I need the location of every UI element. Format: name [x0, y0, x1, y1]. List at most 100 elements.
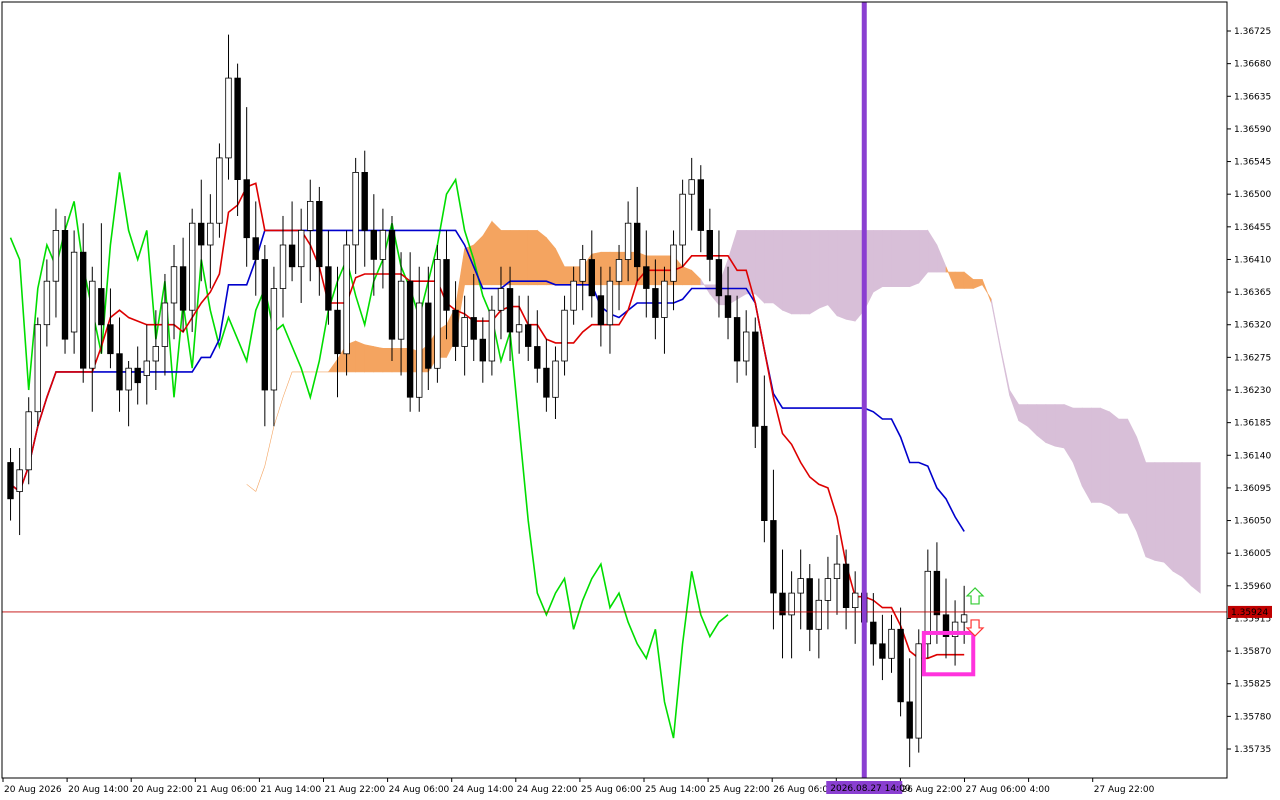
- bearish-candle[interactable]: [325, 266, 332, 311]
- bearish-candle[interactable]: [261, 259, 268, 391]
- bearish-candle[interactable]: [897, 628, 904, 703]
- bullish-candle[interactable]: [833, 563, 841, 579]
- bullish-candle[interactable]: [43, 280, 51, 326]
- bearish-candle[interactable]: [652, 288, 659, 318]
- bullish-candle[interactable]: [343, 244, 350, 355]
- bullish-candle[interactable]: [815, 599, 822, 630]
- bullish-candle[interactable]: [415, 302, 423, 398]
- bullish-candle[interactable]: [561, 309, 568, 362]
- bullish-candle[interactable]: [188, 222, 196, 311]
- bullish-candle[interactable]: [915, 643, 922, 739]
- bearish-candle[interactable]: [706, 229, 713, 260]
- bearish-candle[interactable]: [288, 244, 296, 268]
- bullish-candle[interactable]: [670, 244, 677, 282]
- bearish-candle[interactable]: [806, 578, 813, 630]
- bullish-candle[interactable]: [89, 280, 96, 369]
- bullish-candle[interactable]: [216, 157, 223, 224]
- bullish-candle[interactable]: [615, 259, 623, 282]
- bearish-candle[interactable]: [443, 259, 450, 311]
- bullish-candle[interactable]: [279, 244, 287, 289]
- bearish-candle[interactable]: [316, 200, 323, 268]
- bullish-candle[interactable]: [379, 229, 387, 260]
- bullish-candle[interactable]: [225, 77, 232, 159]
- bullish-candle[interactable]: [661, 280, 668, 318]
- bearish-candle[interactable]: [107, 324, 114, 355]
- bearish-candle[interactable]: [933, 570, 941, 616]
- bearish-candle[interactable]: [406, 280, 414, 398]
- bearish-candle[interactable]: [361, 171, 368, 231]
- bearish-candle[interactable]: [452, 309, 459, 347]
- highlight-box[interactable]: [921, 630, 976, 677]
- bullish-candle[interactable]: [743, 331, 750, 362]
- bullish-candle[interactable]: [16, 469, 23, 492]
- bullish-candle[interactable]: [434, 259, 441, 369]
- bearish-candle[interactable]: [370, 229, 377, 260]
- bearish-candle[interactable]: [234, 77, 241, 180]
- bearish-candle[interactable]: [134, 367, 141, 384]
- bearish-candle[interactable]: [425, 302, 432, 369]
- bullish-candle[interactable]: [397, 280, 405, 340]
- bearish-candle[interactable]: [715, 259, 723, 297]
- bearish-candle[interactable]: [634, 222, 641, 268]
- bullish-candle[interactable]: [270, 288, 278, 391]
- bullish-candle[interactable]: [497, 288, 505, 311]
- bearish-candle[interactable]: [116, 353, 123, 391]
- bearish-candle[interactable]: [98, 288, 105, 326]
- bullish-candle[interactable]: [306, 200, 314, 231]
- bullish-candle[interactable]: [688, 179, 695, 195]
- bearish-candle[interactable]: [643, 266, 650, 289]
- price-chart[interactable]: 1.36725 1.36680 1.36635 1.36590 1.36545 1.365…: [0, 0, 1280, 800]
- bullish-candle[interactable]: [125, 367, 132, 391]
- bullish-candle[interactable]: [824, 578, 832, 601]
- bullish-candle[interactable]: [579, 259, 586, 282]
- bearish-candle[interactable]: [334, 309, 341, 355]
- bearish-candle[interactable]: [870, 621, 877, 645]
- bearish-candle[interactable]: [697, 179, 704, 231]
- bullish-candle[interactable]: [552, 360, 559, 398]
- bearish-candle[interactable]: [470, 317, 477, 340]
- bearish-candle[interactable]: [179, 266, 187, 311]
- bullish-candle[interactable]: [207, 222, 214, 246]
- bullish-candle[interactable]: [679, 193, 686, 246]
- bearish-candle[interactable]: [534, 346, 541, 369]
- bearish-candle[interactable]: [761, 425, 768, 521]
- bullish-candle[interactable]: [352, 171, 359, 246]
- bearish-candle[interactable]: [80, 251, 87, 369]
- bullish-candle[interactable]: [52, 229, 60, 282]
- bearish-candle[interactable]: [252, 237, 259, 260]
- bullish-candle[interactable]: [570, 280, 577, 311]
- bullish-candle[interactable]: [606, 280, 614, 326]
- bearish-candle[interactable]: [543, 367, 550, 398]
- bearish-candle[interactable]: [724, 295, 732, 318]
- bearish-candle[interactable]: [906, 701, 913, 739]
- bullish-candle[interactable]: [143, 360, 150, 376]
- bullish-candle[interactable]: [34, 324, 41, 413]
- bearish-candle[interactable]: [61, 229, 69, 340]
- bullish-candle[interactable]: [515, 324, 523, 333]
- bearish-candle[interactable]: [7, 462, 14, 500]
- bearish-candle[interactable]: [733, 317, 741, 362]
- bearish-candle[interactable]: [588, 259, 595, 297]
- bearish-candle[interactable]: [479, 338, 486, 362]
- bearish-candle[interactable]: [388, 229, 396, 340]
- bearish-candle[interactable]: [879, 643, 886, 659]
- bullish-candle[interactable]: [488, 309, 496, 362]
- bullish-candle[interactable]: [461, 317, 468, 347]
- bearish-candle[interactable]: [597, 295, 605, 326]
- bearish-candle[interactable]: [506, 288, 514, 333]
- bullish-candle[interactable]: [852, 592, 859, 608]
- bullish-candle[interactable]: [797, 578, 804, 594]
- bullish-candle[interactable]: [70, 251, 78, 333]
- bearish-candle[interactable]: [842, 563, 850, 608]
- bearish-candle[interactable]: [197, 222, 205, 246]
- bearish-candle[interactable]: [525, 324, 532, 347]
- bullish-candle[interactable]: [161, 302, 169, 347]
- bearish-candle[interactable]: [770, 520, 777, 594]
- bullish-candle[interactable]: [152, 346, 159, 362]
- bullish-candle[interactable]: [297, 229, 305, 268]
- bullish-candle[interactable]: [624, 222, 632, 260]
- bearish-candle[interactable]: [243, 179, 250, 239]
- bullish-candle[interactable]: [888, 628, 895, 659]
- bullish-candle[interactable]: [960, 614, 968, 623]
- bullish-candle[interactable]: [25, 411, 32, 471]
